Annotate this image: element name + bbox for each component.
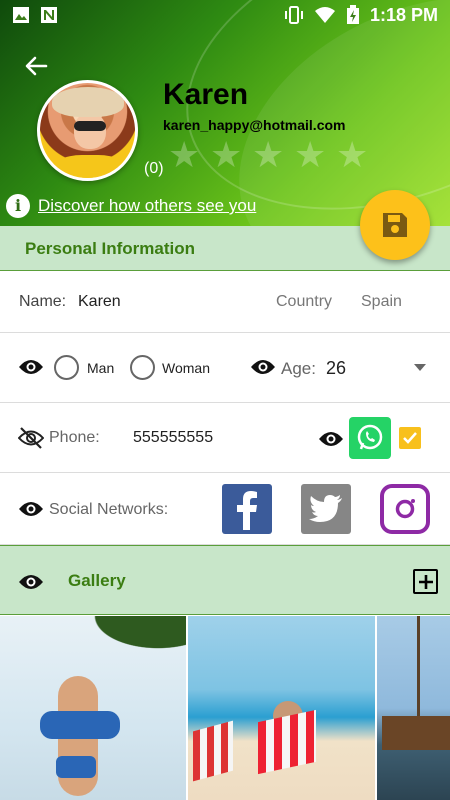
- vibrate-icon: [284, 6, 303, 24]
- save-icon: [383, 213, 407, 237]
- phone-value[interactable]: 555555555: [133, 429, 213, 447]
- star-icon[interactable]: ★: [252, 137, 286, 173]
- twitter-icon[interactable]: [301, 484, 351, 534]
- phone-label: Phone:: [49, 429, 100, 446]
- back-arrow-icon[interactable]: [22, 52, 50, 80]
- phone-row: Phone: 555555555: [0, 403, 450, 473]
- gender-man-radio[interactable]: [54, 355, 79, 380]
- gallery-title: Gallery: [68, 571, 126, 590]
- gender-woman-radio[interactable]: [130, 355, 155, 380]
- status-bar: 1:18 PM: [0, 0, 450, 30]
- star-icon[interactable]: ★: [168, 137, 202, 173]
- clock: 1:18 PM: [369, 4, 438, 25]
- social-networks-row: Social Networks:: [0, 473, 450, 545]
- star-icon[interactable]: ★: [336, 137, 370, 173]
- ship-harbor-photo[interactable]: [377, 616, 450, 800]
- eye-icon[interactable]: [18, 358, 44, 376]
- eye-icon[interactable]: [18, 500, 44, 518]
- section-title: Personal Information: [25, 239, 196, 258]
- info-icon: i: [6, 194, 30, 218]
- beach-chairs-photo[interactable]: [188, 616, 375, 800]
- gender-woman-label: Woman: [162, 360, 210, 376]
- star-icon[interactable]: ★: [294, 137, 328, 173]
- profile-email: karen_happy@hotmail.com: [163, 117, 346, 133]
- discover-link[interactable]: Discover how others see you: [38, 196, 256, 216]
- rating-count: (0): [144, 160, 164, 177]
- battery-charging-icon: [346, 5, 359, 24]
- whatsapp-checkbox[interactable]: [399, 427, 421, 449]
- name-value[interactable]: Karen: [78, 293, 121, 311]
- age-select[interactable]: 26: [326, 358, 346, 379]
- star-icon[interactable]: ★: [210, 137, 244, 173]
- gender-age-row: Man Woman Age: 26: [0, 333, 450, 403]
- name-country-row: Name: Karen Country Spain: [0, 271, 450, 333]
- gallery-grid: [0, 616, 450, 800]
- beach-woman-photo[interactable]: [0, 616, 186, 800]
- country-label: Country: [276, 293, 333, 310]
- eye-icon[interactable]: [18, 573, 44, 591]
- rating-stars[interactable]: ★ ★ ★ ★ ★: [168, 137, 370, 173]
- profile-name: Karen: [163, 78, 249, 111]
- age-label: Age:: [281, 359, 316, 378]
- discover-link-row[interactable]: i Discover how others see you: [6, 194, 256, 218]
- image-icon: [13, 7, 29, 23]
- social-networks-label: Social Networks:: [49, 501, 169, 518]
- name-label: Name:: [19, 293, 67, 310]
- instagram-icon[interactable]: [380, 484, 430, 534]
- eye-off-icon[interactable]: [18, 427, 44, 449]
- chevron-down-icon[interactable]: [414, 364, 426, 371]
- whatsapp-icon[interactable]: [349, 417, 391, 459]
- save-button[interactable]: [360, 190, 430, 260]
- wifi-icon: [314, 7, 335, 23]
- gender-man-label: Man: [87, 360, 115, 376]
- country-value[interactable]: Spain: [361, 293, 402, 311]
- gallery-header: Gallery: [0, 545, 450, 615]
- facebook-icon[interactable]: [222, 484, 272, 534]
- avatar[interactable]: [37, 80, 138, 181]
- eye-icon[interactable]: [250, 358, 276, 376]
- add-photo-button[interactable]: [413, 569, 438, 594]
- eye-icon[interactable]: [318, 430, 344, 448]
- plus-icon: [418, 574, 433, 589]
- n-app-icon: [41, 7, 57, 23]
